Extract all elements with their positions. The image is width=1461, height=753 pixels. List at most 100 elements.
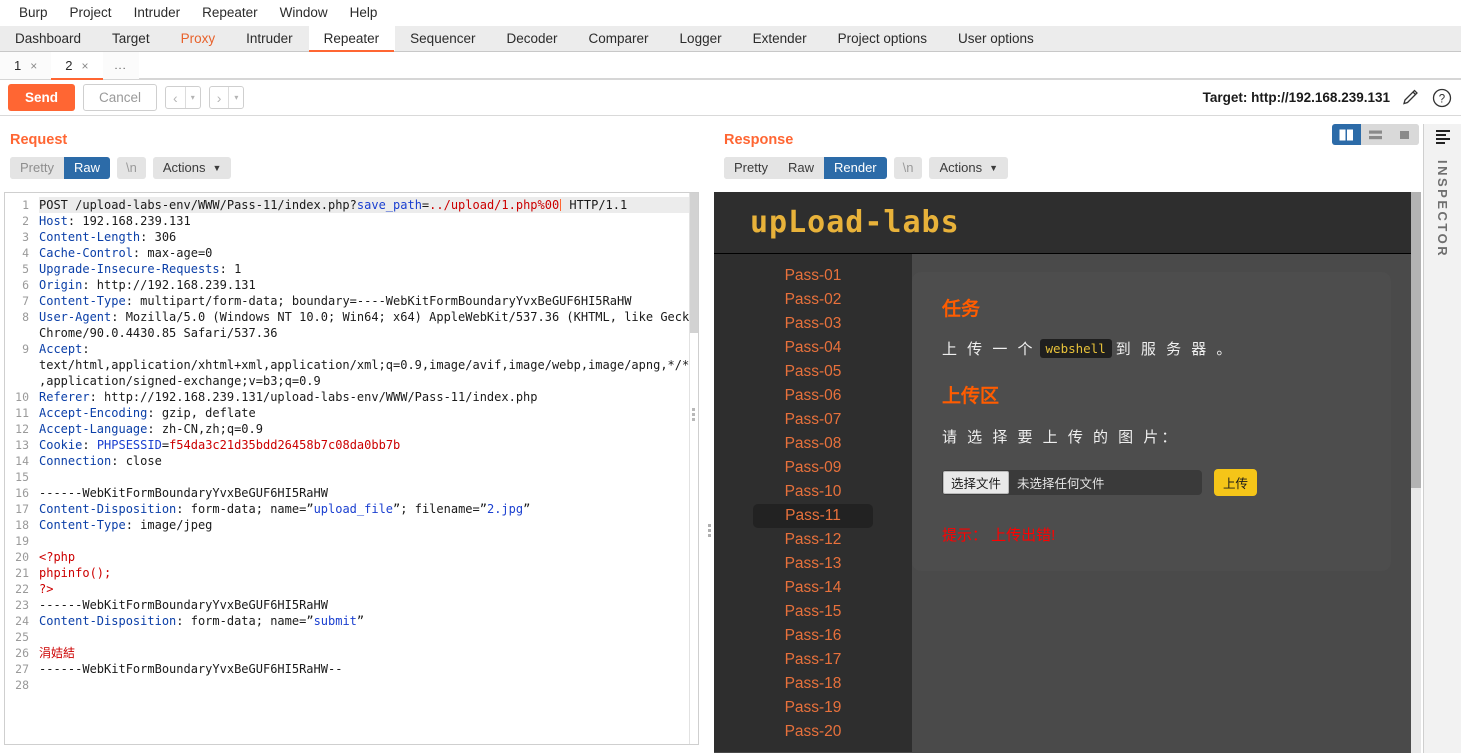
request-line[interactable]: Accept: [39,341,698,357]
repeater-tab-1[interactable]: 1 × [0,52,52,79]
request-code[interactable]: POST /upload-labs-env/WWW/Pass-11/index.… [33,193,698,744]
split-horizontal-icon[interactable] [1361,124,1390,145]
request-line[interactable]: Cache-Control: max-age=0 [39,245,698,261]
request-line[interactable]: Content-Length: 306 [39,229,698,245]
send-button[interactable]: Send [8,84,76,111]
request-newline-button[interactable]: \n [116,157,146,179]
history-back-button[interactable]: ‹ ▾ [165,86,201,109]
cancel-button[interactable]: Cancel [83,84,158,111]
request-editor[interactable]: 12345678 9 10 11 12 13 14 15 16 17 18 19 20 21 22 23 2… [4,192,699,745]
request-line[interactable] [39,629,698,645]
pass-nav-link-pass-18[interactable]: Pass-18 [753,672,873,696]
response-pretty-button[interactable]: Pretty [724,157,778,179]
request-line[interactable]: Host: 192.168.239.131 [39,213,698,229]
pass-nav-link-pass-08[interactable]: Pass-08 [753,432,873,456]
menu-item-window[interactable]: Window [269,0,339,26]
render-scrollbar[interactable] [1411,192,1421,753]
pass-nav-link-pass-13[interactable]: Pass-13 [753,552,873,576]
request-line[interactable]: Origin: http://192.168.239.131 [39,277,698,293]
tab-dashboard[interactable]: Dashboard [0,26,97,51]
response-newline-button[interactable]: \n [893,157,923,179]
help-icon[interactable]: ? [1431,87,1453,109]
request-actions-button[interactable]: Actions ▼ [152,157,232,179]
pass-nav-link-pass-19[interactable]: Pass-19 [753,696,873,720]
tab-decoder[interactable]: Decoder [491,26,573,51]
request-line[interactable] [39,677,698,693]
request-line[interactable]: Content-Disposition: form-data; name=”up… [39,501,698,517]
request-line[interactable]: phpinfo(); [39,565,698,581]
pass-nav-link-pass-06[interactable]: Pass-06 [753,384,873,408]
request-line[interactable]: Referer: http://192.168.239.131/upload-l… [39,389,698,405]
tab-proxy[interactable]: Proxy [166,26,232,51]
tab-repeater[interactable]: Repeater [308,26,396,52]
file-input[interactable]: 选择文件 未选择任何文件 [942,470,1202,495]
close-icon[interactable]: × [81,59,88,73]
pass-nav-link-pass-15[interactable]: Pass-15 [753,600,873,624]
tab-target[interactable]: Target [97,26,166,51]
request-raw-button[interactable]: Raw [63,157,110,179]
request-scrollbar[interactable] [689,193,698,744]
response-render-button[interactable]: Render [823,157,887,179]
pass-nav-link-pass-17[interactable]: Pass-17 [753,648,873,672]
menu-item-project[interactable]: Project [59,0,123,26]
request-line[interactable]: Content-Disposition: form-data; name=”su… [39,613,698,629]
pass-nav-link-pass-12[interactable]: Pass-12 [753,528,873,552]
request-line[interactable]: Upgrade-Insecure-Requests: 1 [39,261,698,277]
tab-intruder[interactable]: Intruder [231,26,309,51]
request-line[interactable]: text/html,application/xhtml+xml,applicat… [39,357,698,373]
request-line[interactable]: ?> [39,581,698,597]
pass-nav-link-pass-01[interactable]: Pass-01 [753,264,873,288]
request-line[interactable]: Cookie: PHPSESSID=f54da3c21d35bdd26458b7… [39,437,698,453]
request-line[interactable]: Content-Type: image/jpeg [39,517,698,533]
pass-nav-link-pass-04[interactable]: Pass-04 [753,336,873,360]
menu-item-repeater[interactable]: Repeater [191,0,269,26]
close-icon[interactable]: × [30,59,37,73]
choose-file-button[interactable]: 选择文件 [943,471,1010,494]
request-line[interactable] [39,469,698,485]
split-vertical-icon[interactable] [1332,124,1361,145]
menu-item-intruder[interactable]: Intruder [123,0,192,26]
tab-extender[interactable]: Extender [738,26,823,51]
pass-nav-link-pass-11[interactable]: Pass-11 [753,504,873,528]
tab-logger[interactable]: Logger [665,26,738,51]
pass-nav-link-pass-16[interactable]: Pass-16 [753,624,873,648]
request-line[interactable]: User-Agent: Mozilla/5.0 (Windows NT 10.0… [39,309,698,325]
pass-nav-link-pass-14[interactable]: Pass-14 [753,576,873,600]
request-line[interactable]: Chrome/90.0.4430.85 Safari/537.36 [39,325,698,341]
history-forward-button[interactable]: › ▾ [208,86,245,109]
request-line[interactable]: ------WebKitFormBoundaryYvxBeGUF6HI5RaHW [39,597,698,613]
new-repeater-tab-button[interactable]: ... [102,52,139,79]
pass-nav-link-pass-02[interactable]: Pass-02 [753,288,873,312]
request-line[interactable]: Accept-Language: zh-CN,zh;q=0.9 [39,421,698,437]
request-line[interactable] [39,533,698,549]
response-raw-button[interactable]: Raw [777,157,824,179]
response-actions-button[interactable]: Actions ▼ [929,157,1009,179]
request-line[interactable]: Content-Type: multipart/form-data; bound… [39,293,698,309]
menu-item-burp[interactable]: Burp [8,0,59,26]
menu-item-help[interactable]: Help [339,0,389,26]
pass-nav-link-pass-20[interactable]: Pass-20 [753,720,873,744]
pass-nav-link-pass-07[interactable]: Pass-07 [753,408,873,432]
pass-nav-link-pass-09[interactable]: Pass-09 [753,456,873,480]
scrollbar-thumb[interactable] [690,193,698,333]
request-line[interactable]: Accept-Encoding: gzip, deflate [39,405,698,421]
upload-submit-button[interactable]: 上传 [1214,469,1258,496]
request-line[interactable]: 涓姞結 [39,645,698,661]
request-line[interactable]: Connection: close [39,453,698,469]
request-line[interactable]: ,application/signed-exchange;v=b3;q=0.9 [39,373,698,389]
inspector-panel[interactable]: INSPECTOR [1423,124,1461,753]
request-line[interactable]: ------WebKitFormBoundaryYvxBeGUF6HI5RaHW… [39,661,698,677]
inspector-lines-icon[interactable] [1435,130,1450,144]
pass-nav-link-pass-05[interactable]: Pass-05 [753,360,873,384]
scrollbar-thumb[interactable] [1411,192,1421,488]
repeater-tab-2[interactable]: 2 × [51,52,103,80]
request-line[interactable]: ------WebKitFormBoundaryYvxBeGUF6HI5RaHW [39,485,698,501]
single-pane-icon[interactable] [1390,124,1419,145]
tab-user-options[interactable]: User options [943,26,1050,51]
request-line[interactable]: <?php [39,549,698,565]
tab-project-options[interactable]: Project options [823,26,943,51]
request-pretty-button[interactable]: Pretty [10,157,64,179]
tab-comparer[interactable]: Comparer [574,26,665,51]
pass-nav-link-pass-03[interactable]: Pass-03 [753,312,873,336]
scrollbar-grip[interactable] [692,408,695,421]
